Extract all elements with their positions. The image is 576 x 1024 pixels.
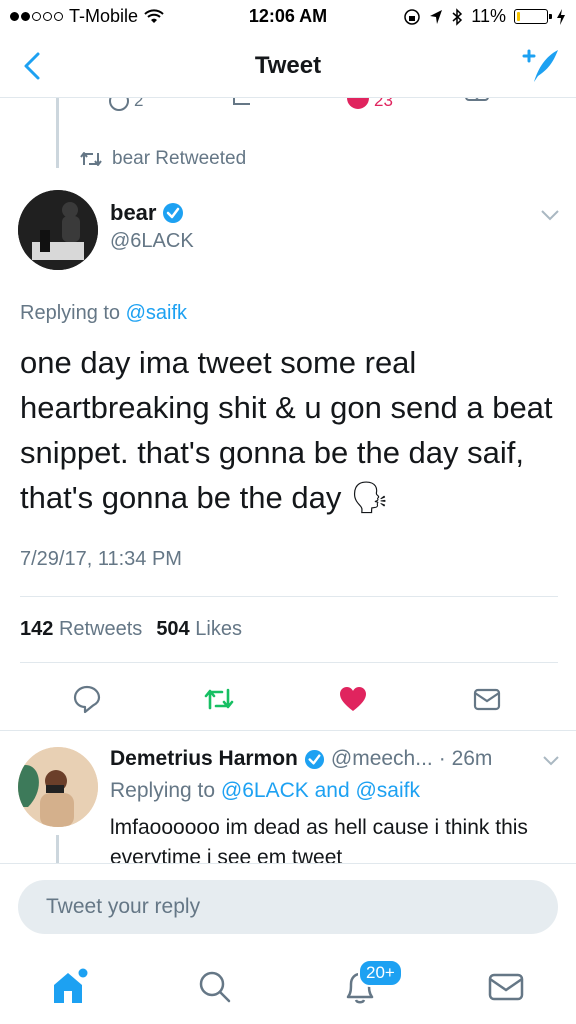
retweet-icon (233, 98, 250, 105)
tweet-author[interactable]: bear @6LACK (110, 200, 194, 253)
reply-input[interactable]: Tweet your reply (18, 880, 558, 934)
nav-bar: Tweet (0, 34, 576, 98)
previous-tweet-actions: 2 23 (0, 98, 576, 112)
heart-icon[interactable] (338, 684, 368, 714)
reply-text: lmfaoooooo im dead as hell cause i think… (110, 816, 528, 863)
speaking-head-emoji: 🗣 (349, 480, 390, 515)
notifications-badge: 20+ (358, 959, 403, 987)
tab-bar (0, 951, 576, 1024)
tweet-text: one day ima tweet some real heartbreakin… (20, 340, 560, 520)
reply-replying-to: Replying to @6LACK and @saifk (110, 779, 420, 803)
reply-placeholder: Tweet your reply (46, 895, 201, 918)
retweet-icon (80, 152, 102, 166)
verified-icon (304, 749, 324, 769)
reply-composer: Tweet your reply (0, 863, 576, 951)
reply-header: Demetrius Harmon @meech... · 26m (110, 747, 492, 771)
tweet-body: one day ima tweet some real heartbreakin… (20, 345, 553, 515)
home-icon[interactable] (46, 965, 90, 1009)
prev-like-count: 23 (374, 98, 393, 110)
battery-icon (514, 9, 552, 24)
tweet-stats: 142 Retweets 504 Likes (20, 618, 242, 641)
reply-replying-prefix: Replying to (110, 779, 216, 802)
replying-prefix: Replying to (20, 302, 121, 324)
reply-icon[interactable] (72, 684, 102, 714)
prev-retweet-action[interactable] (230, 98, 258, 112)
verified-icon (163, 203, 184, 223)
reply-replying-to-link[interactable]: @6LACK and @saifk (221, 779, 420, 802)
replying-to-link[interactable]: @saifk (126, 302, 187, 324)
charging-icon (557, 8, 565, 25)
retweet-context[interactable]: bear Retweeted (80, 148, 246, 170)
reply-author-name[interactable]: Demetrius Harmon (110, 747, 298, 771)
location-icon (430, 9, 443, 24)
tweet-timestamp: 7/29/17, 11:34 PM (20, 548, 182, 570)
dm-icon[interactable] (472, 684, 502, 714)
prev-dm-action[interactable] (464, 98, 490, 112)
avatar[interactable] (18, 747, 98, 827)
avatar[interactable] (18, 190, 98, 270)
author-name: bear (110, 200, 157, 225)
rotation-lock-icon (404, 8, 421, 25)
retweets-label: Retweets (58, 618, 143, 640)
page-title: Tweet (254, 52, 322, 79)
avatar-image (18, 190, 98, 270)
search-icon[interactable] (192, 965, 236, 1009)
messages-icon[interactable] (484, 965, 528, 1009)
retweets-stat[interactable]: 142 Retweets (20, 618, 142, 641)
status-bar: T-Mobile 12:06 AM 11% (0, 0, 576, 34)
tweet-actions (0, 674, 576, 724)
likes-label: Likes (195, 618, 242, 640)
heart-icon (347, 98, 369, 109)
prev-reply-action[interactable]: 2 (108, 98, 143, 112)
likes-count: 504 (156, 618, 190, 640)
retweet-icon[interactable] (204, 684, 234, 714)
status-right: 11% (403, 6, 566, 27)
retweet-context-label: bear Retweeted (112, 148, 247, 169)
compose-tweet-icon[interactable] (520, 46, 560, 86)
replying-to: Replying to @saifk (20, 302, 187, 325)
thread-line (56, 835, 59, 863)
thread-line (56, 98, 59, 168)
reply-author-handle: @meech... (330, 747, 433, 770)
prev-like-action[interactable]: 23 (346, 98, 393, 112)
prev-reply-count: 2 (134, 98, 144, 110)
retweets-count: 142 (20, 618, 54, 640)
divider (20, 596, 558, 597)
caret-down-icon[interactable] (540, 208, 560, 222)
reply-icon (109, 98, 129, 111)
author-handle: @6LACK (110, 230, 194, 252)
dm-icon (465, 98, 489, 101)
reply-avatar-image (18, 747, 98, 827)
reply-tweet[interactable]: Demetrius Harmon @meech... · 26m Replyin… (0, 731, 576, 863)
caret-down-icon[interactable] (542, 755, 560, 767)
likes-stat[interactable]: 504 Likes (156, 618, 242, 641)
divider (20, 662, 558, 663)
battery-percent: 11% (471, 6, 506, 26)
bluetooth-icon (452, 7, 463, 26)
reply-time: · 26m (438, 747, 493, 770)
